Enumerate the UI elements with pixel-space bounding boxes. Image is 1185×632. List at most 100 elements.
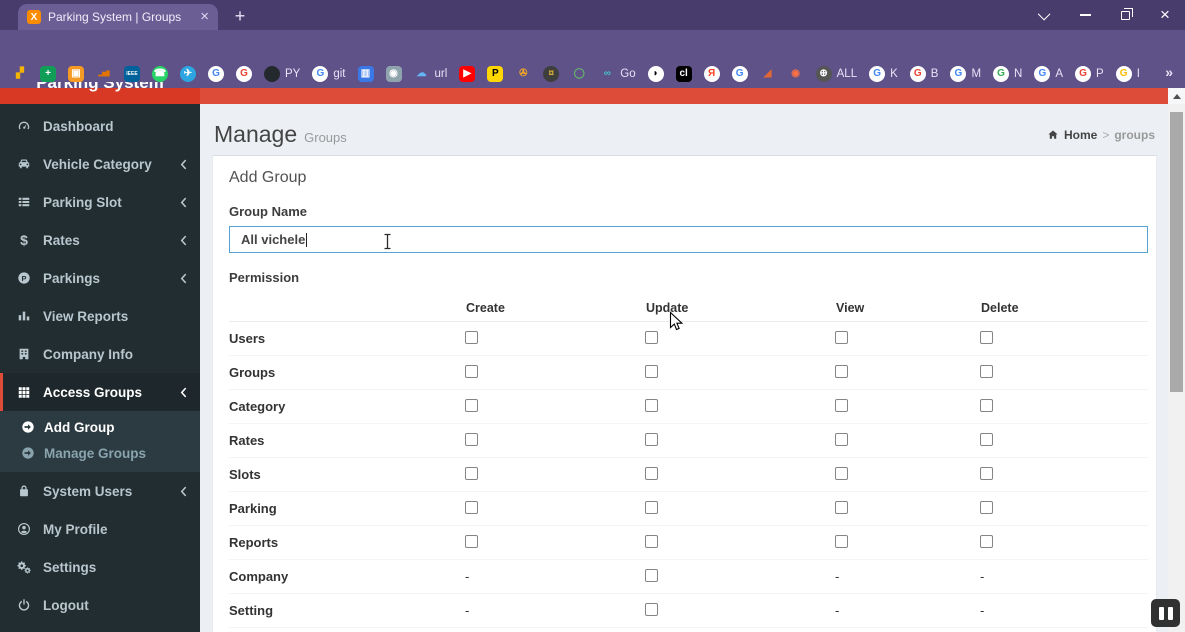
permission-checkbox[interactable]: [465, 466, 478, 480]
bookmark-google-icon[interactable]: GK: [869, 66, 898, 82]
permission-checkbox[interactable]: [980, 432, 993, 446]
bookmark-analytics-icon[interactable]: ▂▆█: [96, 66, 112, 82]
bookmark-godaddy-icon[interactable]: ∞ Go: [599, 66, 636, 82]
permission-checkbox[interactable]: [465, 534, 478, 548]
permission-checkbox[interactable]: [645, 568, 658, 582]
permission-checkbox[interactable]: [465, 330, 478, 344]
permission-checkbox[interactable]: [465, 398, 478, 412]
chevron-left-icon: [180, 197, 187, 208]
sidebar-item-parking-slot[interactable]: Parking Slot: [0, 183, 200, 221]
permission-checkbox[interactable]: [465, 432, 478, 446]
bookmark-sheets-icon[interactable]: +: [40, 66, 56, 82]
permission-row-reports: Reports: [229, 526, 1148, 560]
permission-checkbox[interactable]: [465, 364, 478, 378]
bookmark-google-icon[interactable]: GA: [1034, 66, 1063, 82]
bookmark-globe-icon[interactable]: ⊕ ALL: [815, 66, 857, 82]
sidebar-item-settings[interactable]: Settings: [0, 548, 200, 586]
telegram-icon: ✈: [180, 66, 196, 82]
recording-pause-button[interactable]: [1151, 599, 1180, 627]
permission-checkbox[interactable]: [645, 602, 658, 616]
sidebar-item-view-reports[interactable]: View Reports: [0, 297, 200, 335]
permission-checkbox[interactable]: [835, 398, 848, 412]
bookmark-ring-icon[interactable]: ◯: [571, 66, 587, 82]
bookmark-image-icon[interactable]: ▥: [357, 66, 374, 82]
permission-checkbox[interactable]: [645, 364, 658, 378]
browser-tab[interactable]: X Parking System | Groups ×: [18, 4, 218, 30]
sidebar-item-access-groups[interactable]: Access Groups: [0, 373, 200, 411]
bookmarks-overflow-chevrons[interactable]: »: [1165, 64, 1173, 80]
window-restore-button[interactable]: [1105, 0, 1145, 30]
group-name-input[interactable]: All vichele: [229, 226, 1148, 253]
sidebar-item-logout[interactable]: Logout: [0, 586, 200, 624]
permission-checkbox[interactable]: [645, 398, 658, 412]
sidebar-item-rates[interactable]: $ Rates: [0, 221, 200, 259]
bookmark-google-icon[interactable]: GI: [1115, 66, 1140, 82]
permission-checkbox[interactable]: [645, 432, 658, 446]
bookmark-duck-icon[interactable]: ◗: [647, 66, 664, 82]
globe-icon: ⊕: [815, 66, 832, 82]
camera-icon: ◉: [385, 66, 402, 82]
permission-checkbox[interactable]: [835, 466, 848, 480]
bookmark-google-icon[interactable]: GP: [1075, 66, 1104, 82]
bookmark-google-icon[interactable]: G: [208, 66, 224, 82]
bookmark-ieee-icon[interactable]: IEEE: [124, 66, 140, 82]
permission-checkbox[interactable]: [835, 500, 848, 514]
permission-checkbox[interactable]: [465, 500, 478, 514]
permission-checkbox[interactable]: [980, 398, 993, 412]
bookmark-google-icon[interactable]: G: [236, 66, 252, 82]
bookmark-movie-camera-icon[interactable]: ✇: [515, 66, 531, 82]
permission-checkbox[interactable]: [645, 330, 658, 344]
bookmark-google-icon[interactable]: Ggit: [312, 66, 346, 82]
scrollbar-up-arrow-icon[interactable]: [1168, 88, 1185, 104]
group-name-value: All vichele: [241, 232, 306, 247]
bookmark-youtube-icon[interactable]: ▶: [459, 66, 476, 82]
permission-checkbox[interactable]: [835, 364, 848, 378]
window-minimize-button[interactable]: [1065, 0, 1105, 30]
page-scrollbar[interactable]: [1168, 88, 1185, 632]
sidebar-item-company-info[interactable]: Company Info: [0, 335, 200, 373]
bookmark-google-ads-icon[interactable]: ▞: [12, 66, 28, 82]
window-menu-chevron-icon[interactable]: [1025, 0, 1065, 30]
bookmark-cloud-icon[interactable]: ☁ url: [414, 66, 448, 82]
sidebar-item-parkings[interactable]: P Parkings: [0, 259, 200, 297]
permission-checkbox[interactable]: [980, 534, 993, 548]
permission-checkbox[interactable]: [980, 364, 993, 378]
bookmark-telegram-icon[interactable]: ✈: [180, 66, 196, 82]
permission-checkbox[interactable]: [980, 500, 993, 514]
permission-checkbox[interactable]: [645, 466, 658, 480]
permission-checkbox[interactable]: [835, 534, 848, 548]
bookmark-yandex-icon[interactable]: Я: [703, 66, 720, 82]
sidebar-subitem-add-group[interactable]: Add Group: [0, 414, 200, 440]
sidebar-item-dashboard[interactable]: Dashboard: [0, 107, 200, 145]
bookmark-cube-icon[interactable]: ▣: [68, 66, 84, 82]
window-close-button[interactable]: ×: [1145, 0, 1185, 30]
dashboard-icon: [15, 119, 33, 133]
sidebar-subitem-manage-groups[interactable]: Manage Groups: [0, 440, 200, 466]
permission-checkbox[interactable]: [645, 534, 658, 548]
sidebar-item-my-profile[interactable]: My Profile: [0, 510, 200, 548]
bookmark-github-icon[interactable]: PY: [264, 66, 300, 82]
bookmark-cl-icon[interactable]: cl: [675, 66, 692, 82]
bookmark-whatsapp-icon[interactable]: ☎: [152, 66, 168, 82]
bookmark-google-icon[interactable]: GN: [993, 66, 1022, 82]
scrollbar-thumb[interactable]: [1170, 112, 1183, 392]
permission-checkbox[interactable]: [835, 330, 848, 344]
sidebar-item-system-users[interactable]: System Users: [0, 472, 200, 510]
breadcrumb-home-link[interactable]: Home: [1064, 128, 1097, 142]
bookmark-eye-icon[interactable]: ◉: [788, 66, 804, 82]
bookmark-camera-icon[interactable]: ◉: [385, 66, 402, 82]
bookmark-google-icon[interactable]: GB: [909, 66, 938, 82]
tab-close-icon[interactable]: ×: [200, 9, 209, 24]
permission-checkbox[interactable]: [835, 432, 848, 446]
bookmark-cart-icon[interactable]: ¤: [543, 66, 560, 82]
bookmark-google-icon[interactable]: GM: [950, 66, 981, 82]
new-tab-button[interactable]: +: [228, 4, 252, 28]
bookmark-p-icon[interactable]: P: [487, 66, 504, 82]
youtube-icon: ▶: [459, 66, 476, 82]
bookmark-google-icon[interactable]: G: [731, 66, 748, 82]
permission-checkbox[interactable]: [980, 330, 993, 344]
sidebar-item-vehicle-category[interactable]: Vehicle Category: [0, 145, 200, 183]
permission-checkbox[interactable]: [645, 500, 658, 514]
bookmark-matlab-icon[interactable]: ◢: [760, 66, 776, 82]
permission-checkbox[interactable]: [980, 466, 993, 480]
